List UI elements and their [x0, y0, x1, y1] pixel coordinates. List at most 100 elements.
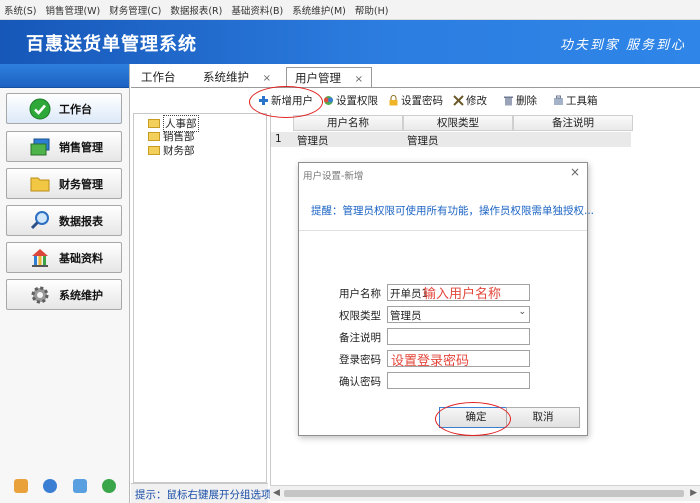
toolbox-label: 工具箱 — [566, 94, 598, 107]
note-field[interactable] — [387, 328, 530, 345]
tab-user-management[interactable]: 用户管理 × — [286, 67, 373, 88]
sidebar-item-label: 财务管理 — [59, 177, 103, 191]
dialog-divider — [299, 230, 587, 231]
folder-icon — [30, 177, 50, 191]
folder-icon — [148, 119, 160, 128]
menu-finance[interactable]: 财务管理(C) — [109, 3, 161, 17]
set-password-button[interactable]: 设置密码 — [388, 93, 443, 108]
set-password-label: 设置密码 — [401, 94, 443, 107]
tab-workbench[interactable]: 工作台 — [141, 69, 176, 88]
username-annotation: 输入用户名称 — [423, 287, 502, 302]
cancel-button[interactable]: 取消 — [506, 407, 580, 428]
row-number: 1 — [275, 133, 282, 145]
ok-button[interactable]: 确定 — [439, 407, 513, 428]
password-label: 登录密码 — [339, 354, 381, 366]
sidebar-item-label: 销售管理 — [59, 140, 103, 154]
menu-maintenance[interactable]: 系统维护(M) — [292, 3, 346, 17]
tab-label: 工作台 — [141, 70, 176, 84]
windows-icon — [30, 138, 50, 155]
dialog-title: 用户设置-新增 — [303, 171, 364, 182]
username-label: 用户名称 — [339, 288, 381, 300]
sidebar-item-label: 基础资料 — [59, 251, 103, 265]
set-permission-label: 设置权限 — [336, 94, 378, 107]
folder-icon — [148, 132, 160, 141]
app-banner: 百惠送货单管理系统 功夫到家 服务到心 — [0, 20, 700, 64]
close-icon[interactable]: × — [570, 165, 580, 179]
scroll-right-icon[interactable]: ▶ — [690, 488, 697, 498]
sidebar-item-basic-data[interactable]: 基础资料 — [6, 242, 122, 273]
sidebar-item-reports[interactable]: 数据报表 — [6, 205, 122, 236]
delete-label: 删除 — [516, 94, 537, 107]
table-row[interactable]: 1 管理员 管理员 — [271, 132, 631, 147]
close-icon[interactable]: × — [263, 73, 271, 84]
column-header-note[interactable]: 备注说明 — [513, 115, 633, 131]
scroll-thumb[interactable] — [284, 490, 684, 497]
trash-icon — [504, 96, 513, 105]
add-user-button[interactable]: 新增用户 — [258, 93, 313, 108]
horizontal-scrollbar[interactable]: ◀ ▶ — [270, 485, 700, 501]
toolbox-button[interactable]: 工具箱 — [553, 93, 598, 108]
chevron-down-icon: ⌄ — [518, 307, 526, 317]
folder-icon — [148, 146, 160, 155]
close-icon[interactable]: × — [355, 74, 363, 85]
tree-node-sales[interactable]: 销售部 — [148, 129, 195, 144]
column-header-role[interactable]: 权限类型 — [403, 115, 513, 131]
monitor-icon[interactable] — [72, 479, 87, 493]
menu-bar: 系统(S) 销售管理(W) 财务管理(C) 数据报表(R) 基础资料(B) 系统… — [0, 0, 700, 20]
permission-icon — [324, 95, 333, 105]
plus-icon — [259, 95, 268, 105]
toolbar: 新增用户 设置权限 设置密码 修改 删除 工具箱 — [258, 91, 608, 109]
tools-icon — [453, 94, 464, 106]
gear-icon — [31, 286, 49, 303]
menu-system[interactable]: 系统(S) — [4, 3, 36, 17]
sidebar-item-label: 数据报表 — [59, 214, 103, 228]
dialog-tip: 提醒：管理员权限可使用所有功能，操作员权限需单独授权... — [311, 205, 595, 217]
toolbox-icon — [554, 95, 563, 105]
tab-label: 系统维护 — [203, 70, 249, 84]
tab-maintenance[interactable]: 系统维护 × — [203, 69, 271, 88]
set-permission-button[interactable]: 设置权限 — [323, 93, 378, 108]
confirm-password-label: 确认密码 — [339, 376, 381, 388]
tree-node-label: 财务部 — [163, 145, 195, 157]
lock-icon — [389, 94, 398, 105]
user-settings-dialog: 用户设置-新增 × 提醒：管理员权限可使用所有功能，操作员权限需单独授权... … — [298, 162, 594, 436]
note-label: 备注说明 — [339, 332, 381, 344]
menu-help[interactable]: 帮助(H) — [355, 3, 389, 17]
password-annotation: 设置登录密码 — [391, 354, 470, 369]
scroll-left-icon[interactable]: ◀ — [273, 488, 280, 498]
calendar-icon[interactable] — [13, 479, 28, 493]
menu-basic-data[interactable]: 基础资料(B) — [231, 3, 283, 17]
tab-label: 用户管理 — [295, 71, 341, 85]
app-title: 百惠送货单管理系统 — [26, 34, 197, 55]
column-header-username[interactable]: 用户名称 — [293, 115, 403, 131]
role-label: 权限类型 — [339, 310, 381, 322]
sidebar-item-workbench[interactable]: 工作台 — [6, 93, 122, 124]
building-icon — [32, 248, 48, 267]
sidebar-item-label: 系统维护 — [59, 288, 103, 302]
cell-role: 管理员 — [407, 135, 439, 147]
sidebar-item-sales[interactable]: 销售管理 — [6, 131, 122, 162]
confirm-password-field[interactable] — [387, 372, 530, 389]
exit-icon[interactable] — [102, 479, 117, 493]
app-slogan: 功夫到家 服务到心 — [559, 38, 686, 53]
sidebar-bottom-icons — [0, 479, 130, 493]
sidebar-item-finance[interactable]: 财务管理 — [6, 168, 122, 199]
clock-icon[interactable] — [43, 479, 58, 493]
sidebar-item-label: 工作台 — [59, 102, 92, 116]
modify-button[interactable]: 修改 — [453, 93, 487, 108]
add-user-label: 新增用户 — [271, 94, 313, 107]
tree-node-finance[interactable]: 财务部 — [148, 143, 195, 158]
sidebar-item-maintenance[interactable]: 系统维护 — [6, 279, 122, 310]
tab-divider — [131, 87, 700, 88]
tab-bar: 工作台 系统维护 × 用户管理 × — [131, 64, 700, 88]
delete-button[interactable]: 删除 — [503, 93, 537, 108]
check-circle-icon — [29, 98, 51, 119]
menu-reports[interactable]: 数据报表(R) — [170, 3, 222, 17]
cell-username: 管理员 — [297, 135, 329, 147]
sidebar-header-stripe — [0, 64, 129, 88]
menu-sales[interactable]: 销售管理(W) — [45, 3, 100, 17]
sidebar: 工作台 销售管理 财务管理 数据报表 基础资料 系统维护 — [0, 64, 130, 503]
magnifier-icon — [30, 210, 49, 229]
role-select[interactable]: 管理员 ⌄ — [387, 306, 530, 323]
hint-text: 提示：鼠标右键展开分组选项 — [131, 483, 272, 503]
